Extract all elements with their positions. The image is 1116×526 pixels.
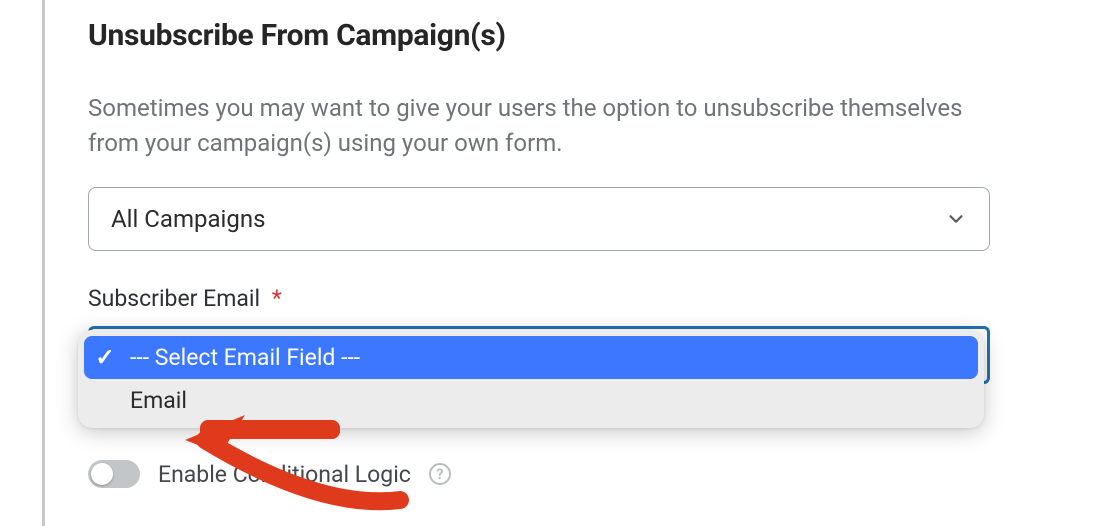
subscriber-email-label-text: Subscriber Email xyxy=(88,285,260,312)
dropdown-option-email[interactable]: ✓ Email xyxy=(84,379,978,422)
toggle-knob xyxy=(91,463,113,485)
dropdown-option-label: Email xyxy=(130,387,187,414)
section-left-rule xyxy=(42,0,45,526)
check-icon: ✓ xyxy=(94,344,116,371)
chevron-down-icon xyxy=(945,208,967,230)
section-title: Unsubscribe From Campaign(s) xyxy=(88,18,1116,53)
campaign-select-value: All Campaigns xyxy=(111,205,266,233)
conditional-logic-toggle[interactable] xyxy=(88,460,140,488)
subscriber-email-dropdown: ✓ --- Select Email Field --- ✓ Email xyxy=(78,330,984,428)
campaign-select[interactable]: All Campaigns xyxy=(88,187,990,251)
help-icon[interactable]: ? xyxy=(429,463,451,485)
subscriber-email-select-wrapper: ✓ --- Select Email Field --- ✓ Email xyxy=(88,326,990,384)
required-asterisk: * xyxy=(272,285,282,312)
section-description: Sometimes you may want to give your user… xyxy=(88,91,968,161)
subscriber-email-label: Subscriber Email * xyxy=(88,285,1116,312)
dropdown-option-placeholder[interactable]: ✓ --- Select Email Field --- xyxy=(84,336,978,379)
dropdown-option-label: --- Select Email Field --- xyxy=(130,344,360,371)
conditional-logic-row: Enable Conditional Logic ? xyxy=(88,460,451,488)
conditional-logic-label: Enable Conditional Logic xyxy=(158,461,411,488)
